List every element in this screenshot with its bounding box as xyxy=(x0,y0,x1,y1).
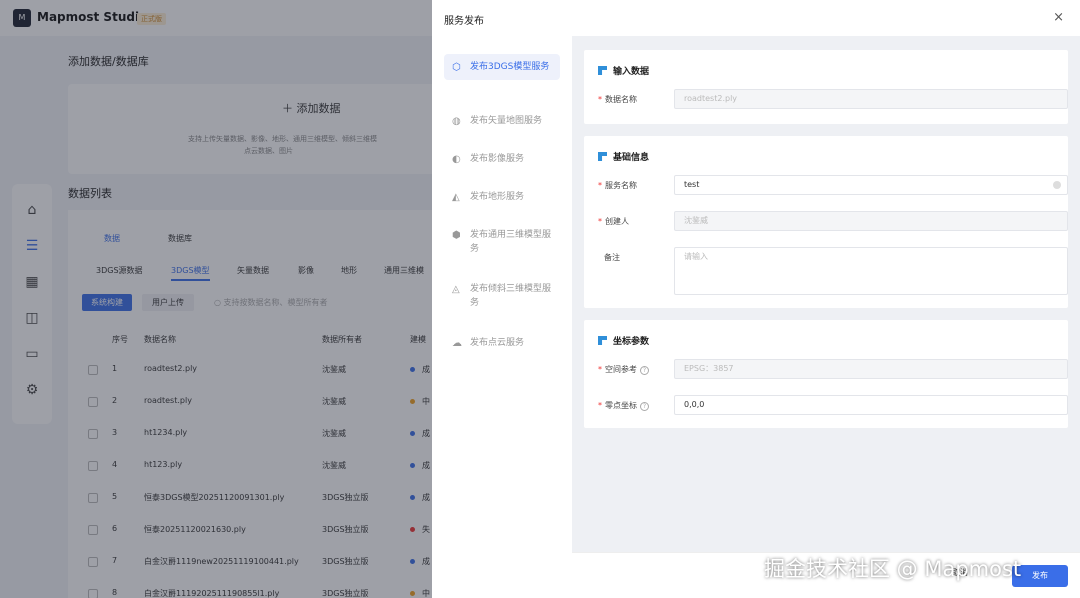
nav-oblique-3d-service[interactable]: ◬ 发布倾斜三维模型服务 xyxy=(444,276,560,316)
origin-input[interactable]: 0,0,0 xyxy=(674,395,1068,415)
section-mark-icon xyxy=(598,336,607,345)
basic-info-card: 基础信息 * 服务名称 test * 创建人 沈鉴威 备注 请输入 xyxy=(584,136,1068,308)
section-title: 基础信息 xyxy=(613,153,650,163)
close-icon[interactable]: × xyxy=(1053,10,1064,25)
imagery-icon: ◐ xyxy=(452,154,461,165)
nav-label: 发布地形服务 xyxy=(470,192,525,202)
remark-label: 备注 xyxy=(604,253,620,262)
nav-label: 发布点云服务 xyxy=(470,338,525,348)
nav-imagery-service[interactable]: ◐ 发布影像服务 xyxy=(444,146,560,172)
form-content: 输入数据 * 数据名称 roadtest2.ply 基础信息 * 服务名称 test… xyxy=(572,36,1080,552)
basic-info-title: 基础信息 xyxy=(598,150,649,163)
nav-label: 发布3DGS模型服务 xyxy=(470,62,550,72)
creator-label: * 创建人 xyxy=(598,217,629,226)
nav-pointcloud-service[interactable]: ☁ 发布点云服务 xyxy=(444,330,560,356)
nav-label: 发布通用三维模型服务 xyxy=(470,230,552,254)
nav-label: 发布影像服务 xyxy=(470,154,525,164)
section-mark-icon xyxy=(598,152,607,161)
remark-textarea[interactable]: 请输入 xyxy=(674,247,1068,295)
data-name-label: * 数据名称 xyxy=(598,95,637,104)
terrain-icon: ◭ xyxy=(452,192,460,203)
nav-general-3d-service[interactable]: ⬢ 发布通用三维模型服务 xyxy=(444,222,560,262)
help-icon[interactable]: ? xyxy=(640,402,649,411)
nav-3dgs-service[interactable]: ⬡ 发布3DGS模型服务 xyxy=(444,54,560,80)
service-name-input[interactable]: test xyxy=(674,175,1068,195)
cloud-icon: ☁ xyxy=(452,338,462,349)
cube-icon: ⬡ xyxy=(452,62,461,73)
coord-params-title: 坐标参数 xyxy=(598,334,649,347)
coord-params-card: 坐标参数 * 空间参考? EPSG：3857 * 零点坐标? 0,0,0 xyxy=(584,320,1068,428)
watermark: 掘金技术社区 @ Mapmost xyxy=(764,557,1022,581)
service-name-value: test xyxy=(684,180,700,189)
service-type-nav: ⬡ 发布3DGS模型服务 ◍ 发布矢量地图服务 ◐ 发布影像服务 ◭ 发布地形服务 ⬢ 发… xyxy=(444,36,570,556)
section-mark-icon xyxy=(598,66,607,75)
model-icon: ⬢ xyxy=(452,230,461,241)
nav-label: 发布矢量地图服务 xyxy=(470,116,543,126)
oblique-icon: ◬ xyxy=(452,284,460,295)
input-data-title: 输入数据 xyxy=(598,64,649,77)
drawer-title: 服务发布 xyxy=(444,16,484,27)
service-name-label: * 服务名称 xyxy=(598,181,637,190)
section-title: 坐标参数 xyxy=(613,337,650,347)
input-data-card: 输入数据 * 数据名称 roadtest2.ply xyxy=(584,50,1068,124)
data-name-field: roadtest2.ply xyxy=(674,89,1068,109)
origin-label: * 零点坐标? xyxy=(598,400,649,411)
creator-field: 沈鉴威 xyxy=(674,211,1068,231)
spatial-ref-field: EPSG：3857 xyxy=(674,359,1068,379)
nav-vector-service[interactable]: ◍ 发布矢量地图服务 xyxy=(444,108,560,134)
help-icon[interactable]: ? xyxy=(640,366,649,375)
clear-icon[interactable] xyxy=(1053,181,1061,189)
service-publish-drawer: 服务发布 × ⬡ 发布3DGS模型服务 ◍ 发布矢量地图服务 ◐ 发布影像服务 ◭ 发布… xyxy=(432,0,1080,598)
globe-icon: ◍ xyxy=(452,116,461,127)
nav-terrain-service[interactable]: ◭ 发布地形服务 xyxy=(444,184,560,210)
nav-label: 发布倾斜三维模型服务 xyxy=(470,284,552,308)
spatial-ref-label: * 空间参考? xyxy=(598,364,649,375)
section-title: 输入数据 xyxy=(613,67,650,77)
